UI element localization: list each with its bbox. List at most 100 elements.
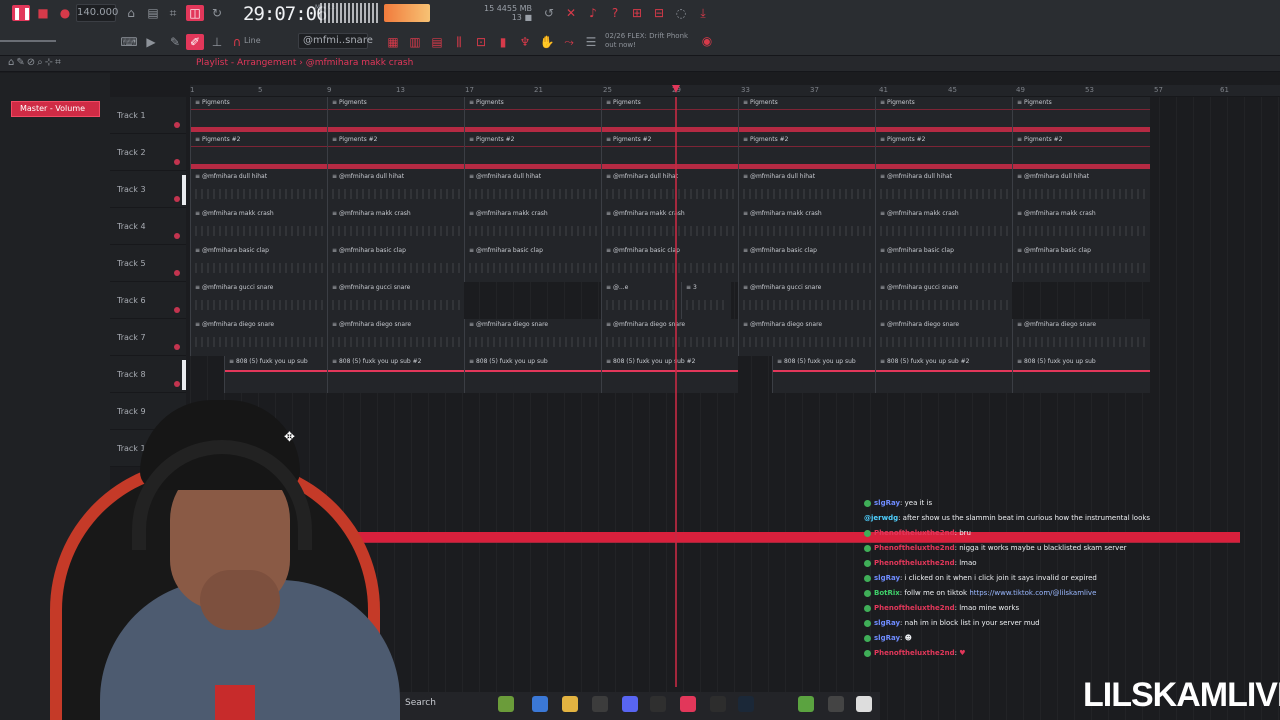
pattern-selector[interactable]: @mfmi..snare	[298, 33, 373, 49]
file-explorer-icon[interactable]	[562, 696, 578, 712]
wait-icon[interactable]: ▤	[144, 5, 162, 21]
pattern-clip[interactable]: @mfmihara basic clap	[327, 245, 464, 282]
pattern-clip[interactable]: Pigments #2	[1012, 134, 1150, 171]
master-volume-clip[interactable]: Master - Volume	[11, 101, 100, 117]
pattern-clip[interactable]: @mfmihara dull hihat	[190, 171, 327, 208]
minecraft-icon[interactable]	[798, 696, 814, 712]
pattern-clip[interactable]: @mfmihara diego snare	[875, 319, 1012, 356]
pattern-clip[interactable]: 3	[681, 282, 731, 319]
pattern-clip[interactable]: @mfmihara basic clap	[1012, 245, 1150, 282]
pattern-clip[interactable]: Pigments	[464, 97, 601, 134]
undo-history-icon[interactable]: ↺	[540, 5, 558, 21]
plugin-picker-icon[interactable]: ♆	[516, 34, 534, 50]
pattern-clip[interactable]: @mfmihara makk crash	[327, 208, 464, 245]
timeline-ruler[interactable]: 1 5 9 13 17 21 25 29 33 37 41 45 49 53 5…	[190, 85, 1280, 97]
pattern-clip[interactable]: @...e	[601, 282, 681, 319]
pattern-clip[interactable]: @mfmihara diego snare	[1012, 319, 1150, 356]
track-lane-3[interactable]: @mfmihara dull hihat @mfmihara dull hiha…	[190, 171, 1150, 208]
track-mute-dot[interactable]	[174, 122, 180, 128]
track-lane-4[interactable]: @mfmihara makk crash @mfmihara makk cras…	[190, 208, 1150, 245]
track-header[interactable]: Track 4	[110, 208, 186, 245]
track-mute-dot[interactable]	[174, 270, 180, 276]
steam-icon[interactable]	[738, 696, 754, 712]
pattern-clip[interactable]: Pigments #2	[875, 134, 1012, 171]
pattern-clip[interactable]: @mfmihara makk crash	[875, 208, 1012, 245]
pattern-clip[interactable]: @mfmihara dull hihat	[327, 171, 464, 208]
pattern-clip[interactable]: Pigments #2	[601, 134, 738, 171]
mixer-icon[interactable]: ✕	[562, 5, 580, 21]
pattern-clip[interactable]: Pigments	[1012, 97, 1150, 134]
pattern-clip[interactable]: @mfmihara dull hihat	[875, 171, 1012, 208]
piano-roll-icon[interactable]: ▥	[406, 34, 424, 50]
pattern-clip[interactable]: 808 (5) fuxk you up sub #2	[875, 356, 1012, 393]
pattern-clip[interactable]: 808 (5) fuxk you up sub	[1012, 356, 1150, 393]
pattern-clip[interactable]: @mfmihara diego snare	[190, 319, 327, 356]
mixer-view-icon[interactable]: ⫼	[450, 34, 468, 50]
brave-icon[interactable]	[680, 696, 696, 712]
track-lane-2[interactable]: Pigments #2 Pigments #2 Pigments #2 Pigm…	[190, 134, 1150, 171]
snap-mode-label[interactable]: Line	[244, 36, 261, 45]
track-mute-dot[interactable]	[174, 159, 180, 165]
track-lane-7[interactable]: @mfmihara diego snare @mfmihara diego sn…	[190, 319, 1150, 356]
pattern-clip[interactable]: Pigments #2	[190, 134, 327, 171]
pattern-clip[interactable]: Pigments	[601, 97, 738, 134]
pause-icon[interactable]: ❚❚	[12, 5, 32, 21]
pattern-clip[interactable]: @mfmihara basic clap	[601, 245, 738, 282]
stop-icon[interactable]: ■	[34, 5, 52, 21]
menu-icon[interactable]: ☰	[582, 34, 600, 50]
track-lane-5[interactable]: @mfmihara basic clap @mfmihara basic cla…	[190, 245, 1150, 282]
pattern-clip[interactable]: @mfmihara basic clap	[738, 245, 875, 282]
pattern-clip[interactable]: @mfmihara dull hihat	[601, 171, 738, 208]
pattern-clip[interactable]: @mfmihara makk crash	[738, 208, 875, 245]
track-mute-dot[interactable]	[174, 233, 180, 239]
pattern-clip[interactable]: 808 (5) fuxk you up sub #2	[327, 356, 464, 393]
pattern-clip[interactable]: @mfmihara diego snare	[738, 319, 875, 356]
news-panel[interactable]: 02/26 FLEX: Drift Phonk out now!	[605, 32, 700, 50]
pattern-clip[interactable]: @mfmihara makk crash	[190, 208, 327, 245]
song-position-bar[interactable]	[0, 40, 56, 42]
play-pattern-icon[interactable]: ▶	[142, 34, 160, 50]
pattern-clip[interactable]: @mfmihara makk crash	[1012, 208, 1150, 245]
pattern-clip[interactable]: @mfmihara gucci snare	[190, 282, 327, 319]
pattern-clip[interactable]: Pigments #2	[464, 134, 601, 171]
track-mute-dot[interactable]	[174, 381, 180, 387]
taskbar-search[interactable]: Search	[405, 698, 436, 708]
pattern-clip[interactable]: 808 (5) fuxk you up sub	[224, 356, 327, 393]
track-header[interactable]: Track 3	[110, 171, 186, 208]
touch-icon[interactable]: ✋	[538, 34, 556, 50]
pattern-clip[interactable]: Pigments	[190, 97, 327, 134]
track-lane-8[interactable]: 808 (5) fuxk you up sub 808 (5) fuxk you…	[190, 356, 1150, 393]
pattern-clip[interactable]: @mfmihara dull hihat	[738, 171, 875, 208]
blend-notes-icon[interactable]: ◫	[186, 5, 204, 21]
pattern-clip[interactable]: 808 (5) fuxk you up sub	[464, 356, 601, 393]
pattern-clip[interactable]: 808 (5) fuxk you up sub #2	[601, 356, 738, 393]
pattern-clip[interactable]: Pigments	[738, 97, 875, 134]
store-icon[interactable]	[592, 696, 608, 712]
pattern-clip[interactable]: 808 (5) fuxk you up sub	[772, 356, 875, 393]
pattern-clip[interactable]: @mfmihara diego snare	[464, 319, 601, 356]
playlist-tools[interactable]: ⌂✎⊘⌕⊹⌗	[8, 57, 63, 68]
metronome-icon[interactable]: ⌂	[122, 5, 140, 21]
pattern-clip[interactable]: @mfmihara dull hihat	[1012, 171, 1150, 208]
record-icon[interactable]: ●	[56, 5, 74, 21]
pattern-clip[interactable]: @mfmihara basic clap	[190, 245, 327, 282]
countdown-icon[interactable]: ⌗	[164, 5, 182, 21]
download-icon[interactable]: ⤓	[694, 5, 712, 21]
pattern-clip[interactable]: @mfmihara gucci snare	[738, 282, 875, 319]
draw-icon[interactable]: ✎	[166, 34, 184, 50]
plugin-icon[interactable]: ⊞	[628, 5, 646, 21]
track-header[interactable]: Track 1	[110, 97, 186, 134]
pattern-clip[interactable]: @mfmihara makk crash	[464, 208, 601, 245]
snap-icon[interactable]: ⌨	[120, 34, 138, 50]
browser-icon[interactable]: ⊡	[472, 34, 490, 50]
track-header[interactable]: Track 2	[110, 134, 186, 171]
track-lane-6[interactable]: @mfmihara gucci snare @mfmihara gucci sn…	[190, 282, 1150, 319]
channel-icon[interactable]: ▤	[428, 34, 446, 50]
pattern-clip[interactable]: Pigments	[327, 97, 464, 134]
pattern-clip[interactable]: @mfmihara gucci snare	[875, 282, 1012, 319]
app-icon[interactable]	[856, 696, 872, 712]
track-mute-dot[interactable]	[174, 344, 180, 350]
clip-icon[interactable]: ▮	[494, 34, 512, 50]
tempo-display[interactable]: 140.000	[76, 4, 118, 22]
app-icon[interactable]	[498, 696, 514, 712]
